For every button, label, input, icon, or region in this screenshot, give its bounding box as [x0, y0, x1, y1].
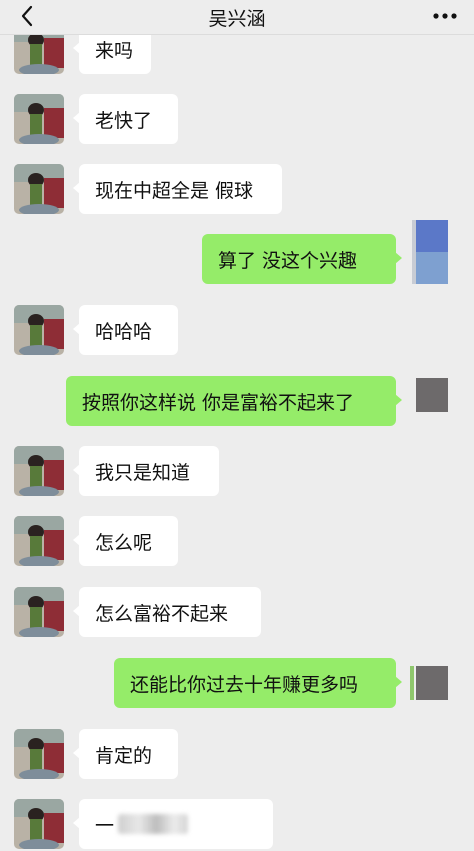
chevron-left-icon	[21, 5, 33, 27]
message-row: 按照你这样说 你是富裕不起来了	[0, 376, 474, 426]
outgoing-message-bubble[interactable]: 按照你这样说 你是富裕不起来了	[66, 376, 402, 426]
back-button[interactable]	[14, 3, 40, 29]
outgoing-message-bubble[interactable]: 还能比你过去十年赚更多吗	[114, 658, 402, 708]
more-button[interactable]	[430, 3, 460, 29]
incoming-message-bubble[interactable]: 一	[73, 799, 273, 849]
self-avatar[interactable]	[416, 378, 448, 412]
self-avatar[interactable]	[412, 220, 448, 284]
message-row: 哈哈哈	[0, 305, 474, 355]
incoming-message-bubble[interactable]: 老快了	[73, 94, 178, 144]
contact-avatar[interactable]	[14, 729, 64, 779]
chat-header: 吴兴涵	[0, 0, 474, 35]
incoming-message-bubble[interactable]: 现在中超全是 假球	[73, 164, 282, 214]
self-avatar[interactable]	[410, 666, 448, 700]
message-row: 我只是知道	[0, 446, 474, 496]
outgoing-message-bubble[interactable]: 算了 没这个兴趣	[202, 234, 402, 284]
contact-avatar[interactable]	[14, 799, 64, 849]
message-row: 老快了	[0, 94, 474, 144]
contact-avatar[interactable]	[14, 516, 64, 566]
chat-title: 吴兴涵	[208, 8, 266, 30]
incoming-message-bubble[interactable]: 肯定的	[73, 729, 178, 779]
contact-avatar[interactable]	[14, 587, 64, 637]
message-row: 现在中超全是 假球	[0, 164, 474, 214]
contact-avatar[interactable]	[14, 446, 64, 496]
message-row: 算了 没这个兴趣	[0, 220, 474, 284]
contact-avatar[interactable]	[14, 94, 64, 144]
incoming-message-bubble[interactable]: 怎么富裕不起来	[73, 587, 261, 637]
message-row: 还能比你过去十年赚更多吗	[0, 658, 474, 708]
incoming-message-bubble[interactable]: 我只是知道	[73, 446, 219, 496]
incoming-message-bubble[interactable]: 怎么呢	[73, 516, 178, 566]
more-dots-icon	[433, 13, 457, 19]
contact-avatar[interactable]	[14, 305, 64, 355]
message-row: 一	[0, 799, 474, 849]
contact-avatar[interactable]	[14, 164, 64, 214]
incoming-message-bubble[interactable]: 哈哈哈	[73, 305, 178, 355]
message-row: 肯定的	[0, 729, 474, 779]
chat-screen: 吴兴涵 来吗 老快了 现在中超全是 假球 算了 没这个兴趣 哈哈哈 按照你这样说…	[0, 0, 474, 851]
message-row: 怎么富裕不起来	[0, 587, 474, 637]
message-row: 怎么呢	[0, 516, 474, 566]
blurred-text	[118, 814, 189, 834]
message-text: 一	[95, 814, 115, 837]
